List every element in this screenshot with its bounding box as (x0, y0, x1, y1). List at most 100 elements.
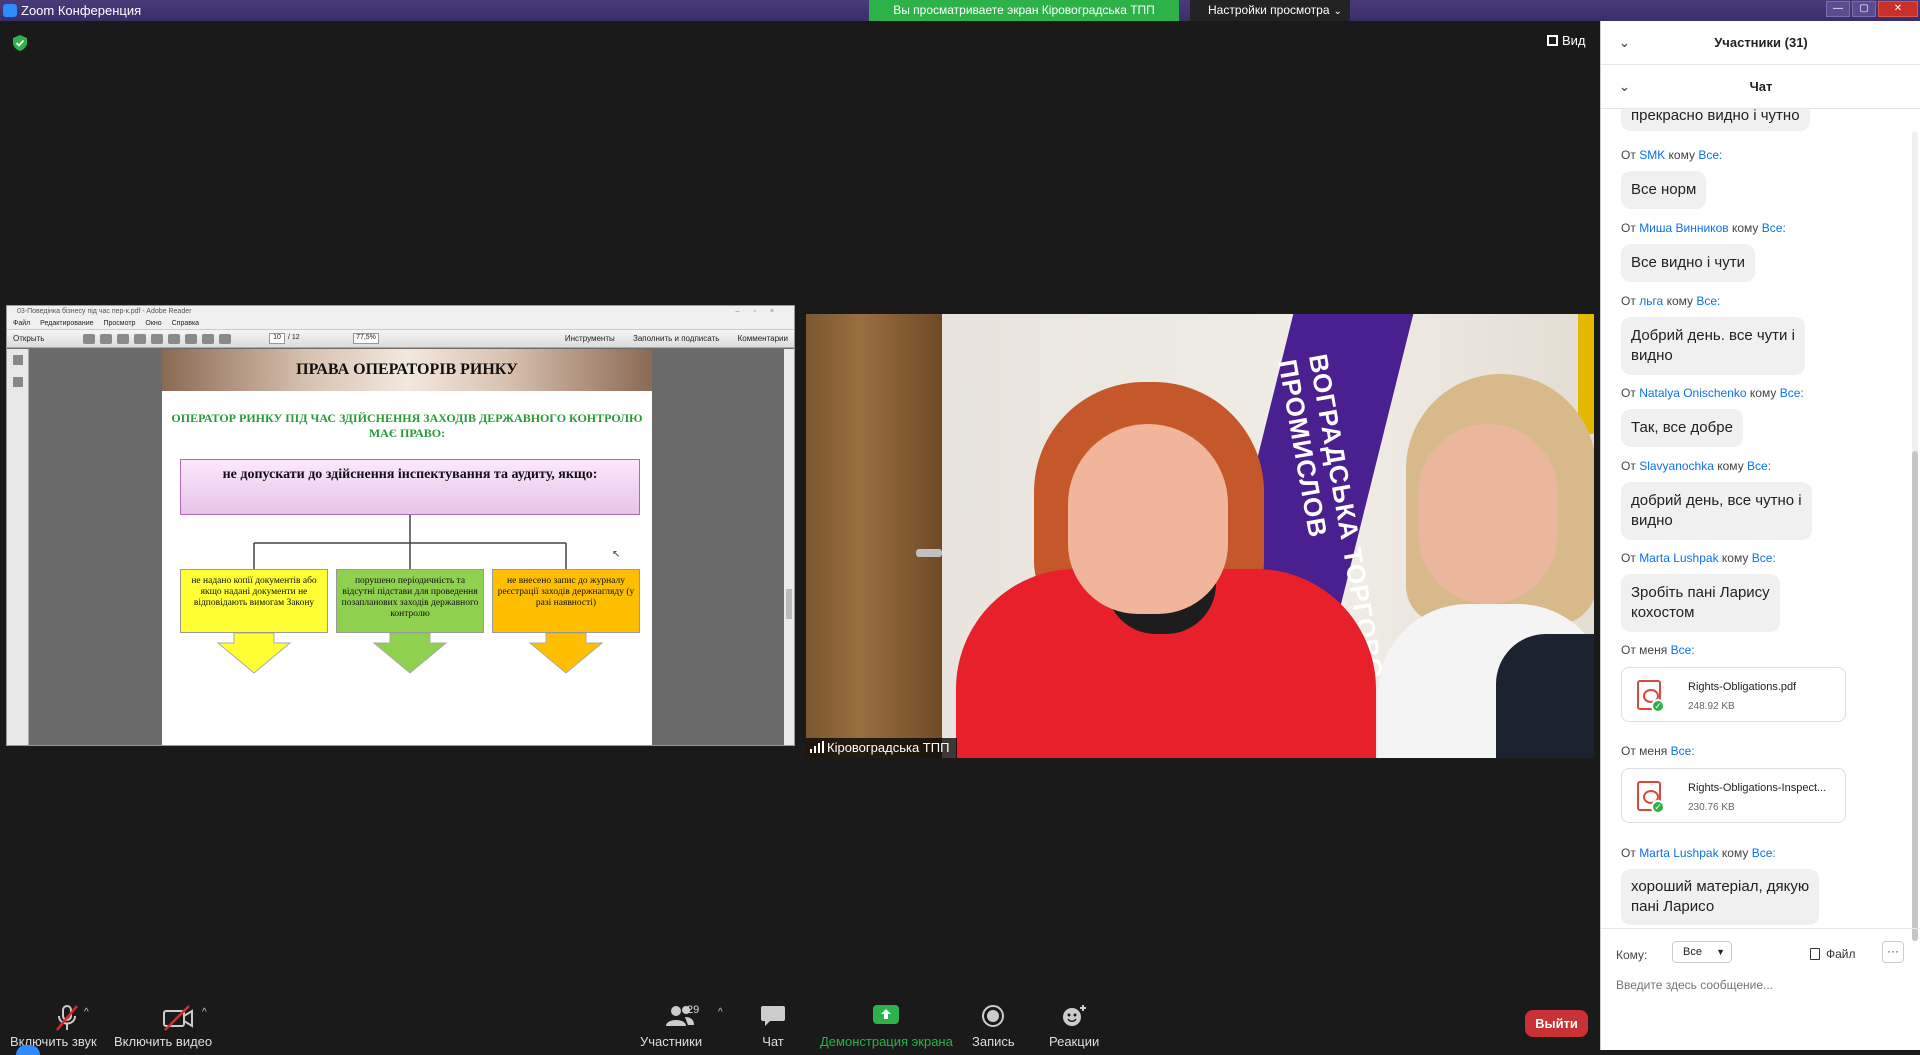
chevron-down-icon[interactable]: ⌄ (1619, 65, 1630, 109)
reader-title: 03-Поведінка бізнесу під час пер-к.pdf -… (17, 308, 192, 315)
sender-name[interactable]: Slavyanochka (1639, 459, 1714, 473)
start-video-label: Включить видео (114, 1034, 213, 1049)
toolbar-icon[interactable] (83, 334, 95, 344)
reader-menu-item[interactable]: Файл (13, 320, 30, 327)
recipient-name: Все: (1698, 148, 1723, 162)
pages-panel-icon[interactable] (12, 355, 23, 365)
mouse-cursor-icon: ↖ (612, 549, 621, 560)
prev-page-icon[interactable] (202, 334, 214, 344)
leave-button[interactable]: Выйти (1525, 1010, 1588, 1037)
file-size: 230.76 KB (1688, 802, 1735, 813)
slide-subtitle: ОПЕРАТОР РИНКУ ПІД ЧАС ЗДІЙСНЕННЯ ЗАХОДІ… (171, 411, 643, 440)
share-screen-icon (820, 1004, 953, 1034)
attachments-icon[interactable] (12, 377, 23, 387)
chat-message-input[interactable] (1616, 975, 1906, 995)
view-options-dropdown[interactable]: Настройки просмотра ⌄ (1190, 0, 1350, 21)
page-total: / 12 (288, 334, 300, 341)
minimize-button[interactable]: — (1826, 1, 1850, 17)
sender-name[interactable]: льга (1639, 294, 1663, 308)
video-door-handle (916, 549, 942, 557)
start-video-button[interactable]: Включить видео (114, 1004, 212, 1049)
sender-name[interactable]: SMK (1639, 148, 1665, 162)
recipient-select[interactable]: Все ▼ (1672, 941, 1732, 963)
reader-menu-item[interactable]: Окно (145, 320, 161, 327)
recipient-select-value: Все (1683, 946, 1702, 958)
send-file-label: Файл (1826, 947, 1856, 961)
print-icon[interactable] (168, 334, 180, 344)
toolbar-icon[interactable] (117, 334, 129, 344)
reader-menu-item[interactable]: Редактирование (40, 320, 93, 327)
chat-more-button[interactable]: ··· (1882, 941, 1904, 963)
share-screen-button[interactable]: Демонстрация экрана (820, 1004, 953, 1049)
shared-screen[interactable]: 03-Поведінка бізнесу під час пер-к.pdf -… (6, 305, 795, 746)
reactions-button[interactable]: Реакции (1049, 1004, 1099, 1049)
recipient-name: Все: (1751, 846, 1776, 860)
reader-menu-item[interactable]: Просмотр (103, 320, 135, 327)
chat-icon (760, 1004, 786, 1034)
send-file-button[interactable]: Файл (1810, 947, 1856, 961)
chat-message-bubble: добрий день, все чутно і видно (1621, 482, 1812, 540)
chat-panel-title: Чат (1749, 79, 1773, 94)
chat-file-attachment[interactable]: ✓ Rights-Obligations.pdf 248.92 KB (1621, 667, 1846, 722)
toolbar-icon[interactable] (151, 334, 163, 344)
recipient-name: Все: (1761, 221, 1786, 235)
participant-video[interactable]: ВОГРАДСЬКА ТОРГОВО-ПРОМИСЛОВ Кіровоградс… (806, 314, 1594, 758)
fill-sign-link[interactable]: Заполнить и подписать (633, 334, 719, 343)
signal-strength-icon (810, 741, 824, 753)
title-bar: Zoom Конференция Вы просматриваете экран… (0, 0, 1920, 21)
scroll-thumb[interactable] (786, 589, 792, 619)
person-1-face (1068, 424, 1228, 614)
zoom-field[interactable]: 77,5% (353, 333, 379, 344)
reader-open-button[interactable]: Открыть (13, 334, 44, 343)
next-page-icon[interactable] (219, 334, 231, 344)
chevron-down-icon[interactable]: ⌄ (1619, 21, 1630, 65)
view-button[interactable]: Вид (1547, 33, 1586, 48)
reader-toolbar: Открыть 10 / 12 77,5% Инструменты Заполн… (7, 330, 794, 348)
reader-tool-icons (83, 334, 231, 344)
recipient-label: Кому: (1616, 948, 1648, 962)
zoom-app-icon (3, 4, 17, 17)
close-window-button[interactable]: ✕ (1878, 1, 1918, 17)
video-options-caret[interactable]: ^ (202, 1007, 207, 1018)
chat-panel-header[interactable]: ⌄ Чат (1601, 65, 1920, 109)
tools-link[interactable]: Инструменты (565, 334, 615, 343)
toolbar-icon[interactable] (185, 334, 197, 344)
participant-name-bar: Кіровоградська ТПП (806, 738, 958, 758)
toolbar-icon[interactable] (100, 334, 112, 344)
participants-options-caret[interactable]: ^ (718, 1007, 723, 1018)
sender-name[interactable]: Marta Lushpak (1639, 551, 1718, 565)
participants-button[interactable]: 29 Участники (640, 1004, 702, 1049)
grid-view-icon (1547, 35, 1558, 46)
chat-button[interactable]: Чат (760, 1004, 786, 1049)
reader-menu-item[interactable]: Справка (172, 320, 199, 327)
person-2-jacket (1496, 634, 1594, 758)
recipient-name: Все: (1696, 294, 1721, 308)
participants-label: Участники (640, 1034, 703, 1049)
comments-link[interactable]: Комментарии (738, 334, 788, 343)
file-icon (1810, 948, 1820, 960)
chat-message-list[interactable]: прекрасно видно і чутно От SMK кому Все:… (1601, 109, 1920, 929)
reader-document-area: ПРАВА ОПЕРАТОРІВ РИНКУ ОПЕРАТОР РИНКУ ПІ… (7, 349, 794, 745)
sender-name[interactable]: Миша Винников (1639, 221, 1728, 235)
page-number-field[interactable]: 10 (269, 333, 285, 344)
audio-options-caret[interactable]: ^ (84, 1007, 89, 1018)
participants-panel-header[interactable]: ⌄ Участники (31) (1601, 21, 1920, 65)
file-size: 248.92 KB (1688, 701, 1735, 712)
encryption-shield-icon[interactable] (13, 35, 27, 51)
reader-titlebar: 03-Поведінка бізнесу під час пер-к.pdf -… (7, 306, 794, 318)
recipient-name: Все: (1747, 459, 1772, 473)
chat-scrollbar[interactable] (1912, 131, 1918, 941)
chat-scroll-thumb[interactable] (1912, 451, 1918, 941)
chat-message-header: От Миша Винников кому Все: (1621, 221, 1786, 235)
sender-name[interactable]: Natalya Onischenko (1639, 386, 1746, 400)
sender-name[interactable]: Marta Lushpak (1639, 846, 1718, 860)
record-button[interactable]: Запись (972, 1004, 1015, 1049)
slide-box-periodicity: порушено періодичність та відсутні підст… (336, 569, 484, 633)
toolbar-icon[interactable] (134, 334, 146, 344)
chat-file-attachment[interactable]: ✓ Rights-Obligations-Inspect... 230.76 K… (1621, 768, 1846, 823)
video-off-icon (114, 1004, 212, 1034)
maximize-button[interactable]: ▢ (1852, 1, 1876, 17)
reader-scrollbar[interactable] (784, 349, 794, 745)
side-panel: ⌄ Участники (31) ⌄ Чат прекрасно видно і… (1600, 21, 1920, 1050)
chat-compose-area: Кому: Все ▼ Файл ··· (1601, 928, 1920, 1050)
